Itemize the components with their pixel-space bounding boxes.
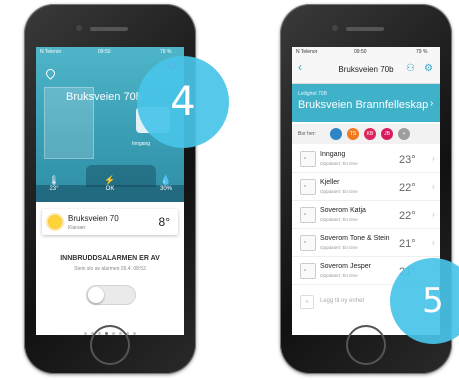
device-temperature: 22° [399,210,416,222]
stat-value: OK [105,186,115,192]
stat-value: 30% [159,186,172,192]
status-time: 09:50 [98,49,111,55]
location-icon[interactable] [44,67,57,80]
weather-temperature: 8° [158,215,170,229]
device-row[interactable]: Soverom Katja Oppdatert: Én time 22° › [292,202,440,229]
chevron-right-icon: › [432,210,435,219]
home-title: Bruksveien 70b [66,91,142,103]
front-camera [76,25,82,31]
earpiece-speaker [346,27,384,31]
device-row[interactable]: Soverom Tone & Stein Oppdatert: Én time 21… [292,230,440,257]
nav-bar: ‹ Bruksveien 70b ⚇ ⚙ [292,57,440,84]
add-device-label: Legg til ny enhet [320,298,365,304]
device-row[interactable]: Kjeller Oppdatert: Én time 22° › [292,174,440,201]
status-carrier: N Telenor [40,49,62,55]
resident-avatar[interactable]: JB [381,128,393,140]
droplet-icon: 💧 [160,175,172,185]
alarm-status-subtitle: Stein slo av alarmen 26.4. 08:52 [74,266,146,272]
device-name: Soverom Jesper [320,263,371,270]
lightning-icon: ⚡ [104,175,116,185]
apartment-label: Leilighet 70B [298,91,327,97]
device-name: Inngang [320,151,346,158]
weather-condition: Klarvær [68,225,86,231]
page-title: Bruksveien 70b [338,65,394,74]
sun-icon [48,215,62,229]
household-title: Bruksveien Brannfelleskap [298,99,429,111]
page-dot[interactable] [133,332,136,335]
sensor-icon [300,207,316,223]
status-time: 09:50 [354,49,367,55]
front-camera [332,25,338,31]
chevron-right-icon: › [432,182,435,191]
resident-avatar[interactable] [330,128,342,140]
toggle-knob [88,287,104,303]
device-temperature: 23° [399,154,416,166]
device-name: Kjeller [320,179,340,186]
device-temperature: 21° [399,238,416,250]
stat-power: ⚡ OK [98,175,122,192]
earpiece-speaker [90,27,128,31]
users-icon[interactable]: ⚇ [406,63,415,74]
device-updated: Oppdatert: Én time [320,217,358,222]
resident-avatar[interactable]: TS [347,128,359,140]
step-marker-4: 4 [137,56,229,148]
page-dot[interactable] [84,332,87,335]
status-bar: N Telenor 09:50 79 % [292,47,440,57]
chevron-right-icon: › [430,98,434,109]
stat-temperature: 🌡 23° [42,175,66,192]
status-battery: 79 % [160,49,172,55]
status-battery: 79 % [416,49,428,55]
gear-icon[interactable]: ⚙ [424,63,433,74]
room-tag: Inngang [132,141,151,147]
status-carrier: N Telenor [296,49,318,55]
sensor-icon [300,179,316,195]
chevron-right-icon: › [432,154,435,163]
alarm-toggle[interactable] [86,285,136,305]
sensor-icon [300,263,316,279]
device-updated: Oppdatert: Én time [320,161,358,166]
add-resident-button[interactable]: + [398,128,410,140]
device-row[interactable]: Inngang Oppdatert: Én time 23° › [292,146,440,173]
thermometer-icon: 🌡 [48,175,60,185]
weather-location: Bruksveien 70 [68,214,119,223]
sensor-icon [300,235,316,251]
stat-value: 23° [49,186,59,192]
weather-card[interactable]: Bruksveien 70 Klarvær 8° [42,209,178,235]
household-banner[interactable]: Leilighet 70B Bruksveien Brannfelleskap … [292,84,440,122]
device-updated: Oppdatert: Én time [320,189,358,194]
home-button[interactable] [90,325,130,365]
stat-humidity: 💧 30% [154,175,178,192]
device-name: Soverom Katja [320,207,366,214]
home-button[interactable] [346,325,386,365]
sensor-icon [300,151,316,167]
residents-row: Bor her: TS KB JB + [292,124,440,144]
plus-icon: + [300,295,314,309]
device-updated: Oppdatert: Én time [320,273,358,278]
residents-label: Bor her: [298,131,316,137]
resident-avatar[interactable]: KB [364,128,376,140]
chevron-right-icon: › [432,238,435,247]
device-name: Soverom Tone & Stein [320,235,390,242]
device-updated: Oppdatert: Én time [320,245,358,250]
device-temperature: 22° [399,182,416,194]
alarm-status-title: INNBRUDDSALARMEN ER AV [60,255,160,262]
